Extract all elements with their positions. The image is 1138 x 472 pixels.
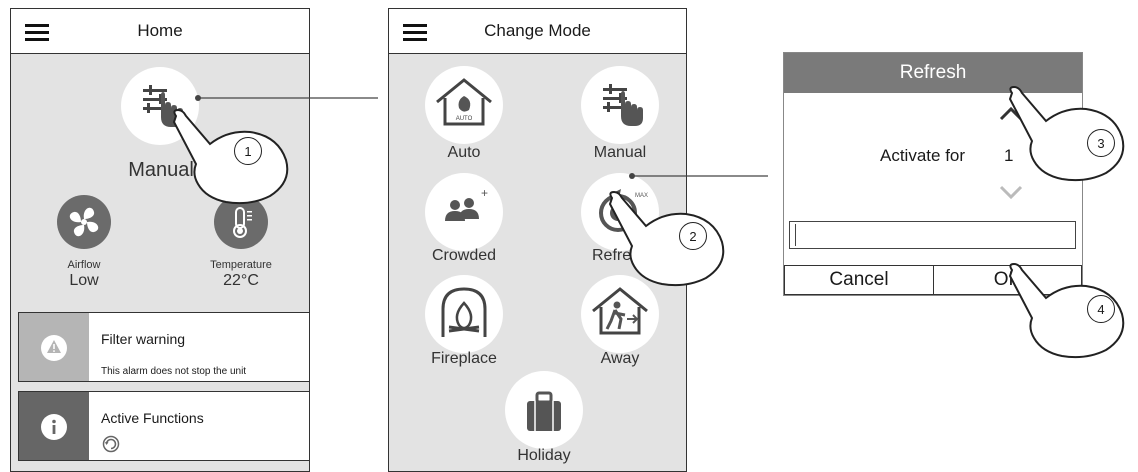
suitcase-icon: [527, 391, 561, 431]
duration-progress-bar: [789, 221, 1076, 249]
refresh-function-icon: [102, 435, 120, 453]
alarm-card-side: [19, 313, 89, 381]
cancel-button[interactable]: Cancel: [784, 265, 934, 295]
step-badge-2: 2: [679, 222, 707, 250]
mode-fireplace-label: Fireplace: [431, 350, 497, 367]
page-title: Change Mode: [484, 21, 591, 40]
mode-auto-button[interactable]: AUTO: [425, 66, 503, 144]
airflow-value: Low: [69, 272, 99, 289]
functions-card[interactable]: Active Functions: [18, 391, 309, 461]
change-mode-topbar: Change Mode: [389, 9, 686, 54]
duration-progress-fill: [792, 224, 796, 246]
auto-house-icon: AUTO: [436, 78, 492, 126]
step-badge-4: 4: [1087, 295, 1115, 323]
people-icon: +: [445, 186, 488, 221]
airflow-label: Airflow: [67, 259, 101, 271]
temperature-label: Temperature: [210, 259, 272, 271]
connector-line: [629, 173, 768, 179]
functions-title: Active Functions: [101, 410, 204, 426]
alarm-title: Filter warning: [101, 331, 186, 347]
mode-auto-label: Auto: [447, 144, 481, 161]
activate-label: Activate for: [880, 146, 966, 165]
home-screen: Home Manual Airflow Low Temperature 22°C…: [10, 8, 310, 472]
functions-card-side: [19, 392, 89, 460]
sliders-icon: [603, 84, 643, 126]
connector-line: [195, 95, 378, 101]
page-title: Home: [137, 21, 183, 40]
warning-icon: [41, 335, 67, 361]
mode-manual-label: Manual: [593, 144, 647, 161]
chevron-down-icon[interactable]: [996, 183, 1026, 201]
pointing-hand-icon: [1008, 85, 1125, 182]
pointing-hand-icon: [608, 190, 725, 287]
alarm-subtitle: This alarm does not stop the unit: [101, 366, 247, 377]
home-topbar: Home: [11, 9, 309, 54]
info-icon: [41, 414, 67, 440]
mode-holiday-button[interactable]: [505, 371, 583, 449]
mode-holiday-label: Holiday: [517, 447, 571, 464]
fan-icon[interactable]: [57, 195, 111, 249]
svg-text:AUTO: AUTO: [456, 116, 473, 122]
step-badge-3: 3: [1087, 129, 1115, 157]
fireplace-icon: [441, 287, 487, 337]
mode-crowded-button[interactable]: +: [425, 173, 503, 251]
temperature-value: 22°C: [223, 272, 259, 289]
mode-away-label: Away: [600, 350, 640, 367]
svg-text:+: +: [481, 186, 488, 200]
pointing-hand-icon: [1008, 262, 1125, 359]
mode-manual-button[interactable]: [581, 66, 659, 144]
step-badge-1: 1: [234, 137, 262, 165]
mode-crowded-label: Crowded: [431, 247, 497, 264]
alarm-card[interactable]: Filter warning This alarm does not stop …: [18, 312, 309, 382]
mode-fireplace-button[interactable]: [425, 275, 503, 353]
